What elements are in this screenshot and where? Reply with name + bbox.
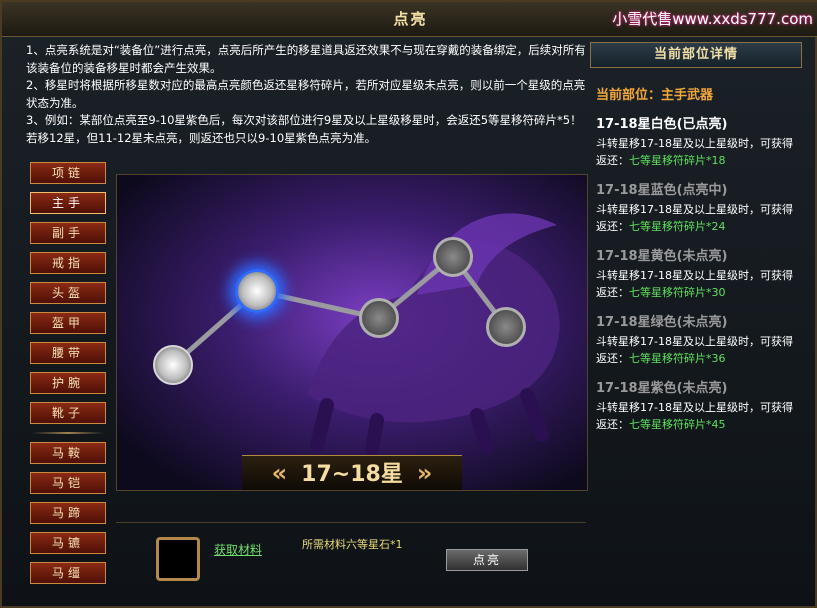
star-node-4-locked[interactable] [433, 237, 473, 277]
star-tier-green: 17-18星绿色(未点亮) 斗转星移17-18星及以上星级时，可获得返还：七等星… [596, 311, 802, 367]
slot-list: 项链 主手 副手 戒指 头盔 盔甲 腰带 护腕 靴子 马鞍 马铠 马蹄 马镳 马… [28, 162, 108, 592]
details-panel: 当前部位详情 当前部位：主手武器 17-18星白色(已点亮) 斗转星移17-18… [590, 42, 802, 602]
fragment-reward: 七等星移符碎片*30 [629, 286, 726, 299]
details-header: 当前部位详情 [590, 42, 802, 68]
slot-button-bracer[interactable]: 护腕 [30, 372, 106, 394]
material-slot[interactable] [156, 537, 200, 581]
title-bar: 点亮 小雪代售www.xxds777.com [2, 2, 817, 37]
light-button[interactable]: 点亮 [446, 549, 528, 571]
required-material-text: 所需材料六等星石*1 [302, 538, 403, 551]
star-tier-desc: 斗转星移17-18星及以上星级时，可获得返还：七等星移符碎片*24 [596, 203, 793, 233]
slot-button-helmet[interactable]: 头盔 [30, 282, 106, 304]
slot-button-hoof[interactable]: 马蹄 [30, 502, 106, 524]
star-tier-blue: 17-18星蓝色(点亮中) 斗转星移17-18星及以上星级时，可获得返还：七等星… [596, 179, 802, 235]
watermark-text: 小雪代售www.xxds777.com [612, 10, 813, 28]
star-tier-desc: 斗转星移17-18星及以上星级时，可获得返还：七等星移符碎片*18 [596, 137, 793, 167]
slot-button-rein[interactable]: 马缰 [30, 562, 106, 584]
star-tier-purple: 17-18星紫色(未点亮) 斗转星移17-18星及以上星级时，可获得返还：七等星… [596, 377, 802, 433]
next-arrow-icon[interactable]: » [417, 459, 433, 487]
rule-3: 3、例如：某部位点亮至9-10星紫色后，每次对该部位进行9星及以上星级移星时，会… [26, 113, 582, 145]
star-tier-white: 17-18星白色(已点亮) 斗转星移17-18星及以上星级时，可获得返还：七等星… [596, 113, 802, 169]
fragment-reward: 七等星移符碎片*18 [629, 154, 726, 167]
slot-button-offhand[interactable]: 副手 [30, 222, 106, 244]
star-tier-name: 17-18星绿色(未点亮) [596, 315, 728, 330]
star-tier-name: 17-18星黄色(未点亮) [596, 249, 728, 264]
slot-button-armor[interactable]: 盔甲 [30, 312, 106, 334]
slot-button-ring[interactable]: 戒指 [30, 252, 106, 274]
slot-button-saddle[interactable]: 马鞍 [30, 442, 106, 464]
star-tier-name: 17-18星紫色(未点亮) [596, 381, 728, 396]
star-tier-desc: 斗转星移17-18星及以上星级时，可获得返还：七等星移符碎片*30 [596, 269, 793, 299]
slot-divider [32, 432, 104, 434]
slot-button-bit[interactable]: 马镳 [30, 532, 106, 554]
star-node-3-locked[interactable] [359, 298, 399, 338]
lighting-window: 点亮 小雪代售www.xxds777.com 1、点亮系统是对“装备位”进行点亮… [0, 0, 817, 608]
star-node-5-locked[interactable] [486, 307, 526, 347]
star-tier-desc: 斗转星移17-18星及以上星级时，可获得返还：七等星移符碎片*36 [596, 335, 793, 365]
bottom-panel: 获取材料 所需材料六等星石*1 点亮 [116, 522, 586, 605]
fragment-reward: 七等星移符碎片*45 [629, 418, 726, 431]
rules-notes: 1、点亮系统是对“装备位”进行点亮，点亮后所产生的移星道具返还效果不与现在穿戴的… [26, 42, 588, 166]
fragment-reward: 七等星移符碎片*36 [629, 352, 726, 365]
star-tier-yellow: 17-18星黄色(未点亮) 斗转星移17-18星及以上星级时，可获得返还：七等星… [596, 245, 802, 301]
slot-button-mainhand[interactable]: 主手 [30, 192, 106, 214]
slot-button-horse-armor[interactable]: 马铠 [30, 472, 106, 494]
get-material-link[interactable]: 获取材料 [214, 541, 262, 558]
star-node-1[interactable] [153, 345, 193, 385]
slot-button-necklace[interactable]: 项链 [30, 162, 106, 184]
star-tier-name: 17-18星白色(已点亮) [596, 117, 728, 132]
slot-button-boots[interactable]: 靴子 [30, 402, 106, 424]
constellation-stage: « 17~18星 » [116, 174, 588, 491]
star-level-label: 17~18星 [301, 462, 403, 487]
star-node-2-active[interactable] [235, 269, 279, 313]
slot-button-belt[interactable]: 腰带 [30, 342, 106, 364]
star-level-banner: « 17~18星 » [242, 455, 462, 490]
star-tier-desc: 斗转星移17-18星及以上星级时，可获得返还：七等星移符碎片*45 [596, 401, 793, 431]
star-tier-name: 17-18星蓝色(点亮中) [596, 183, 728, 198]
rule-2: 2、移星时将根据所移星数对应的最高点亮颜色返还星移符碎片，若所对应星级未点亮，则… [26, 78, 586, 110]
current-slot-label: 当前部位：主手武器 [596, 88, 714, 103]
prev-arrow-icon[interactable]: « [272, 459, 288, 487]
fragment-reward: 七等星移符碎片*24 [629, 220, 726, 233]
rule-1: 1、点亮系统是对“装备位”进行点亮，点亮后所产生的移星道具返还效果不与现在穿戴的… [26, 43, 586, 75]
